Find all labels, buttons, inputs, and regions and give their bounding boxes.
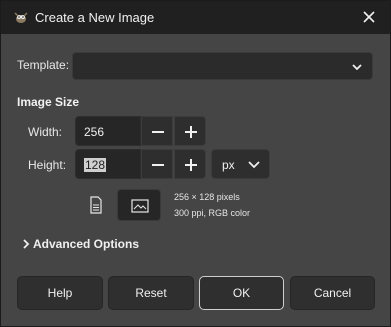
- template-label: Template:: [17, 58, 70, 72]
- landscape-orientation-button[interactable]: [117, 189, 161, 221]
- width-value: 256: [84, 125, 105, 139]
- ok-button[interactable]: OK: [199, 276, 284, 310]
- landscape-orientation-icon: [131, 199, 149, 213]
- image-dimensions-info: 256 × 128 pixels: [174, 192, 240, 202]
- unit-value: px: [222, 158, 235, 172]
- chevron-down-icon: [248, 161, 260, 169]
- minus-icon: [152, 131, 164, 133]
- plus-icon: [185, 159, 197, 171]
- new-image-dialog: Create a New Image Template: Image Size …: [0, 0, 391, 327]
- width-decrement-button[interactable]: [141, 116, 173, 146]
- title-bar: Create a New Image: [1, 1, 390, 34]
- help-button[interactable]: Help: [17, 276, 103, 310]
- image-size-heading: Image Size: [17, 95, 80, 109]
- minus-icon: [152, 164, 164, 166]
- height-input[interactable]: 128: [75, 149, 141, 179]
- height-value: 128: [84, 158, 107, 172]
- height-label: Height:: [28, 158, 67, 172]
- dialog-content: Template: Image Size Width: 256 Height: …: [1, 34, 390, 326]
- unit-dropdown[interactable]: px: [211, 149, 270, 179]
- cancel-button[interactable]: Cancel: [290, 276, 375, 310]
- chevron-down-icon: [352, 64, 362, 71]
- height-increment-button[interactable]: [174, 149, 206, 179]
- gimp-wilber-icon: [14, 12, 28, 23]
- close-icon[interactable]: [360, 8, 378, 26]
- width-increment-button[interactable]: [174, 116, 206, 146]
- chevron-right-icon[interactable]: [22, 239, 30, 249]
- template-dropdown[interactable]: [72, 52, 373, 80]
- portrait-orientation-icon[interactable]: [89, 196, 103, 214]
- dialog-title: Create a New Image: [35, 10, 155, 25]
- width-label: Width:: [28, 125, 63, 139]
- reset-button[interactable]: Reset: [108, 276, 194, 310]
- plus-icon: [185, 126, 197, 138]
- image-resolution-info: 300 ppi, RGB color: [174, 208, 251, 218]
- width-input[interactable]: 256: [75, 116, 141, 146]
- height-decrement-button[interactable]: [141, 149, 173, 179]
- advanced-options-expander[interactable]: Advanced Options: [33, 237, 139, 251]
